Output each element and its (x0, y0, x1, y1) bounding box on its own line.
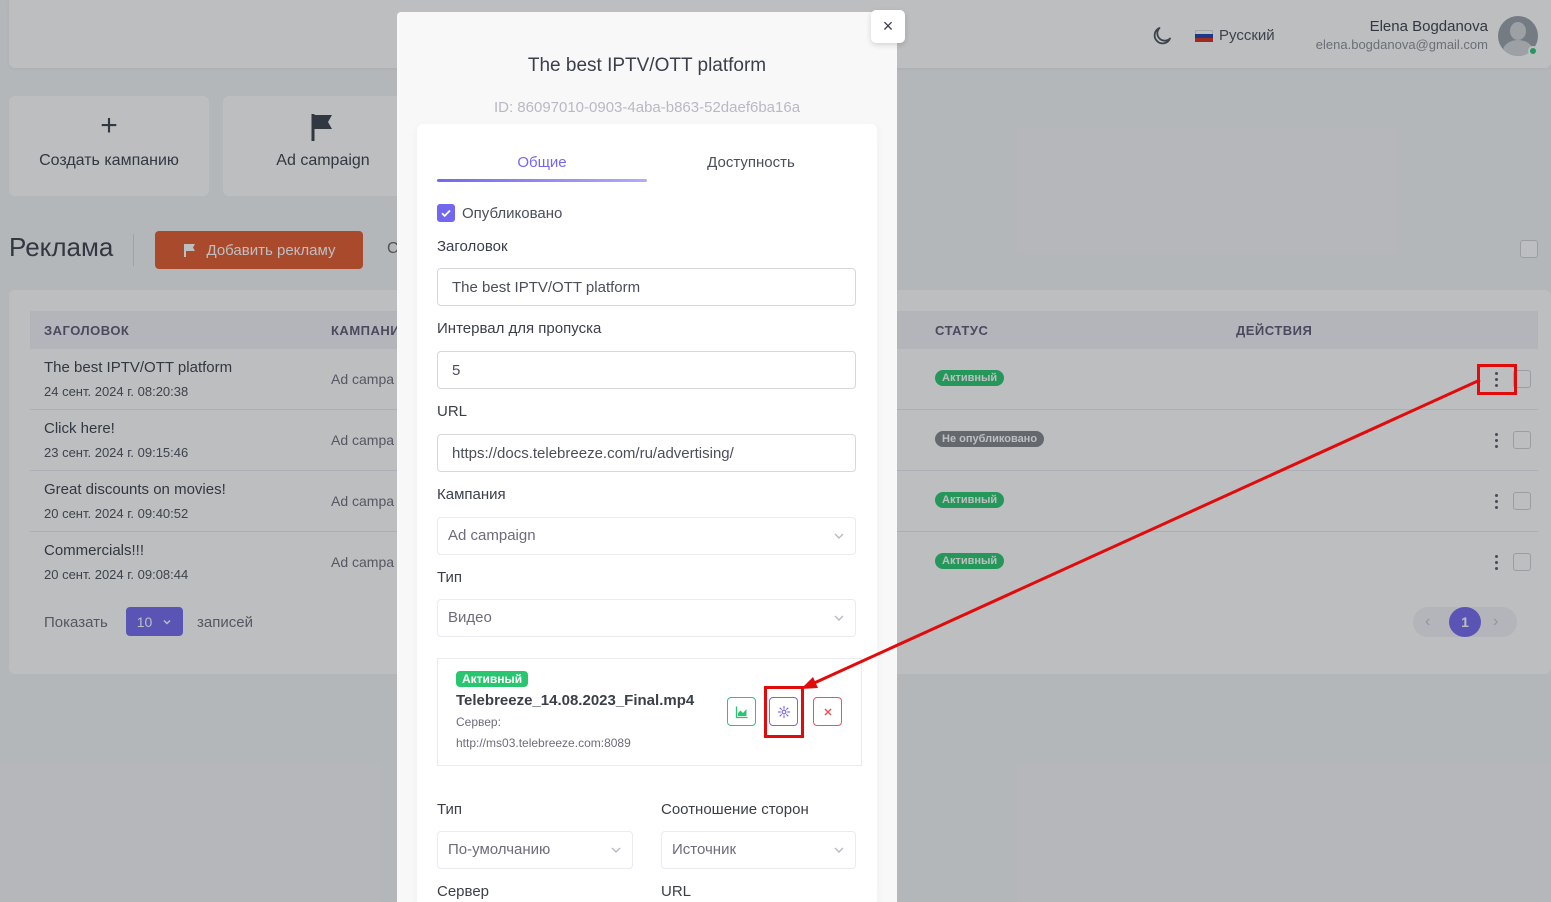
annotation-arrow (801, 378, 1481, 689)
